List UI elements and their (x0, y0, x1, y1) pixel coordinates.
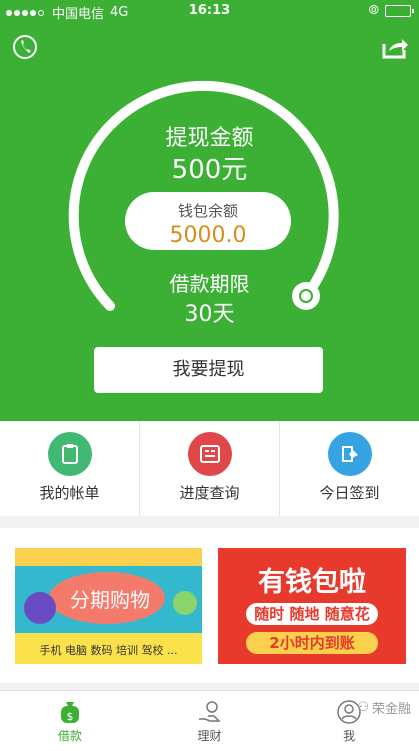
wechat-icon: ⚇ (357, 700, 369, 715)
svg-text:$: $ (66, 710, 73, 723)
banner-section: 分期购物 手机 电脑 数码 培训 驾校 ... 有钱包啦 随时 随地 随意花 2… (0, 528, 419, 683)
wallet-balance-label: 钱包余额 (177, 202, 238, 220)
bottom-tab-bar: $ 借款 理财 我 ⚇ 荣金融 (0, 690, 419, 751)
feature-row: 我的帐单 进度查询 今日签到 (0, 421, 419, 516)
banner-installment-title: 分期购物 (70, 588, 150, 612)
tab-loan[interactable]: $ 借款 (0, 691, 140, 751)
feature-my-bills[interactable]: 我的帐单 (0, 421, 140, 516)
loan-term-value: 30天 (184, 302, 235, 327)
tab-finance[interactable]: 理财 (140, 691, 280, 751)
progress-icon (187, 432, 232, 476)
wallet-balance-value: 5000.0 (169, 223, 247, 248)
feature-progress[interactable]: 进度查询 (140, 421, 280, 516)
clipboard-icon (47, 432, 92, 476)
finance-hand-icon (197, 699, 223, 725)
withdraw-amount-value: 500元 (171, 155, 248, 185)
feature-label: 今日签到 (319, 484, 380, 502)
withdraw-amount-label: 提现金额 (165, 126, 254, 151)
feature-label: 进度查询 (179, 484, 240, 502)
header-panel: 中国电信 4G 16:13 ⦾ 提现金额 500元 钱包余额 5000.0 借款… (0, 0, 419, 421)
banner-wallet-line1: 随时 随地 随意花 (246, 603, 378, 625)
feature-checkin[interactable]: 今日签到 (280, 421, 419, 516)
tab-label: 我 (343, 729, 356, 743)
banner-installment[interactable]: 分期购物 手机 电脑 数码 培训 驾校 ... (15, 548, 202, 664)
banner-wallet-title: 有钱包啦 (258, 567, 366, 598)
banner-wallet-line2: 2小时内到账 (246, 632, 378, 654)
tab-label: 理财 (197, 729, 222, 743)
banner-wallet[interactable]: 有钱包啦 随时 随地 随意花 2小时内到账 (218, 548, 406, 664)
watermark: ⚇ 荣金融 (357, 698, 411, 717)
watermark-text: 荣金融 (371, 702, 411, 717)
feature-label: 我的帐单 (39, 484, 100, 502)
money-bag-icon: $ (57, 699, 83, 725)
tab-label: 借款 (57, 729, 82, 743)
banner-installment-subtitle: 手机 电脑 数码 培训 驾校 ... (39, 644, 178, 657)
wallet-balance: 钱包余额 5000.0 (125, 192, 291, 250)
loan-term-label: 借款期限 (169, 272, 250, 296)
withdraw-button[interactable]: 我要提现 (94, 347, 323, 393)
checkin-icon (327, 432, 372, 476)
